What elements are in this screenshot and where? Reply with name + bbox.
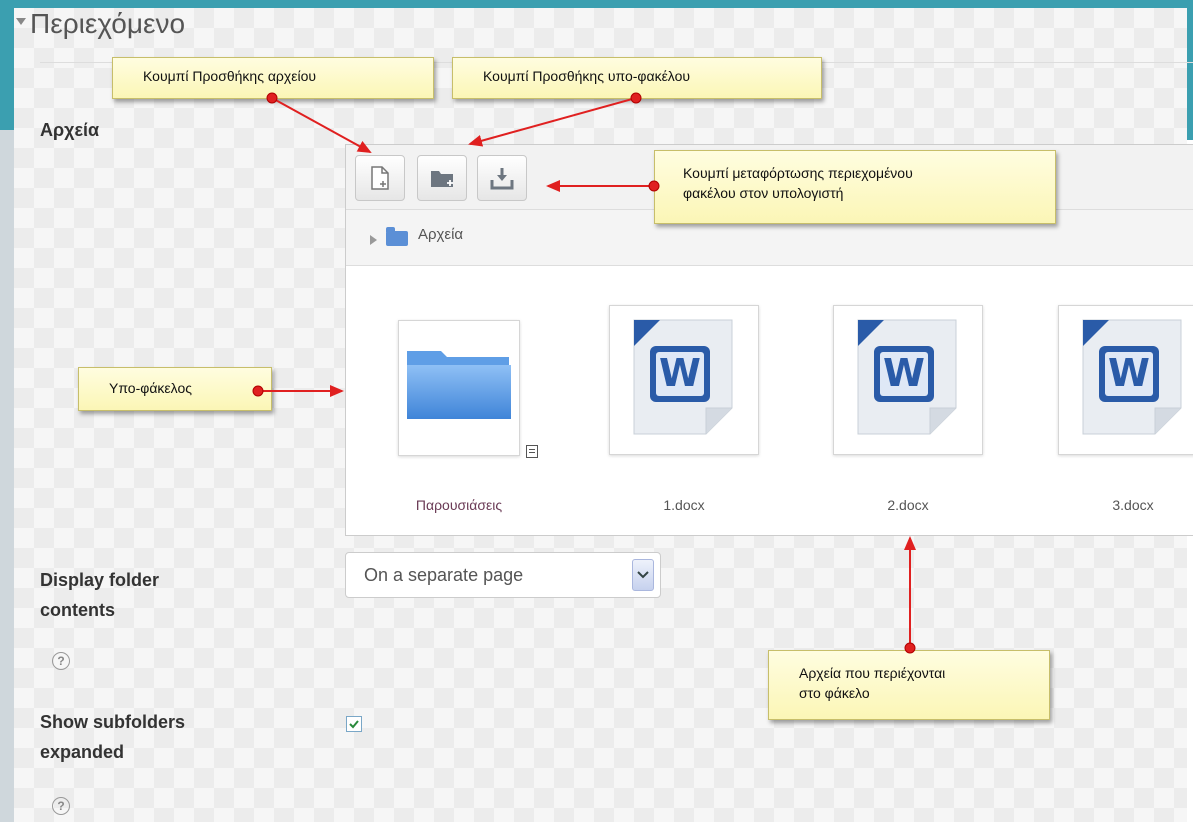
callout-files-in-folder: Αρχεία που περιέχονται στο φάκελο xyxy=(768,650,1050,720)
callout-add-file: Κουμπί Προσθήκης αρχείου xyxy=(112,57,434,99)
callout-text: Κουμπί Προσθήκης υπο-φακέλου xyxy=(483,68,691,84)
file-tile-3[interactable]: W xyxy=(1058,305,1193,455)
svg-text:W: W xyxy=(883,351,925,395)
folder-tile[interactable] xyxy=(398,320,520,456)
file-name[interactable]: 2.docx xyxy=(833,497,983,513)
breadcrumb-root[interactable]: Αρχεία xyxy=(418,226,463,243)
add-file-button[interactable] xyxy=(355,155,405,201)
folder-icon xyxy=(386,227,408,246)
dropdown-arrow[interactable] xyxy=(632,559,654,591)
display-folder-contents-label: Display folder contents xyxy=(40,565,159,625)
file-tile-2[interactable]: W xyxy=(833,305,983,455)
callout-text: στο φάκελο xyxy=(799,685,870,701)
download-folder-button[interactable] xyxy=(477,155,527,201)
svg-text:W: W xyxy=(659,351,701,395)
callout-text: Κουμπί Προσθήκης αρχείου xyxy=(143,68,317,84)
window-frame-left xyxy=(0,0,14,822)
checkmark-icon xyxy=(349,720,359,729)
chevron-down-icon xyxy=(637,571,649,579)
help-icon[interactable]: ? xyxy=(52,797,70,815)
word-document-icon: W xyxy=(857,319,957,435)
callout-text: Κουμπί μεταφόρτωσης περιεχομένου xyxy=(683,165,913,181)
label-line: Show subfolders xyxy=(40,712,186,732)
file-name[interactable]: Παρουσιάσεις xyxy=(384,497,534,513)
folder-icon xyxy=(407,351,511,419)
window-frame-top xyxy=(0,0,1193,8)
show-subfolders-checkbox[interactable] xyxy=(346,716,362,732)
callout-add-folder: Κουμπί Προσθήκης υπο-φακέλου xyxy=(452,57,822,99)
show-subfolders-label: Show subfolders expanded xyxy=(40,707,185,767)
add-file-icon xyxy=(371,166,389,190)
select-value: On a separate page xyxy=(364,565,524,585)
collapse-caret-icon[interactable] xyxy=(16,18,26,26)
callout-text: φακέλου στον υπολογιστή xyxy=(683,185,844,201)
help-icon[interactable]: ? xyxy=(52,652,70,670)
expand-arrow-icon[interactable] xyxy=(370,235,377,245)
window-frame-right xyxy=(1187,0,1193,140)
files-label: Αρχεία xyxy=(40,120,100,140)
file-name[interactable]: 3.docx xyxy=(1058,497,1193,513)
callout-text: Υπο-φάκελος xyxy=(109,380,192,396)
callout-text: Αρχεία που περιέχονται xyxy=(799,665,946,681)
download-icon xyxy=(490,168,514,190)
svg-text:W: W xyxy=(1108,351,1150,395)
word-document-icon: W xyxy=(633,319,733,435)
display-folder-select[interactable]: On a separate page xyxy=(345,552,661,598)
label-line: contents xyxy=(40,600,116,620)
context-menu-icon[interactable] xyxy=(526,445,538,458)
callout-download: Κουμπί μεταφόρτωσης περιεχομένου φακέλου… xyxy=(654,150,1056,224)
section-title: Περιεχόμενο xyxy=(30,8,186,39)
add-folder-icon xyxy=(431,171,453,187)
file-tile-1[interactable]: W xyxy=(609,305,759,455)
add-folder-button[interactable] xyxy=(417,155,467,201)
file-name[interactable]: 1.docx xyxy=(609,497,759,513)
callout-subfolder: Υπο-φάκελος xyxy=(78,367,272,411)
label-line: Display folder xyxy=(40,570,160,590)
section-header[interactable]: Περιεχόμενο xyxy=(16,8,185,40)
word-document-icon: W xyxy=(1082,319,1182,435)
label-line: expanded xyxy=(40,742,125,762)
